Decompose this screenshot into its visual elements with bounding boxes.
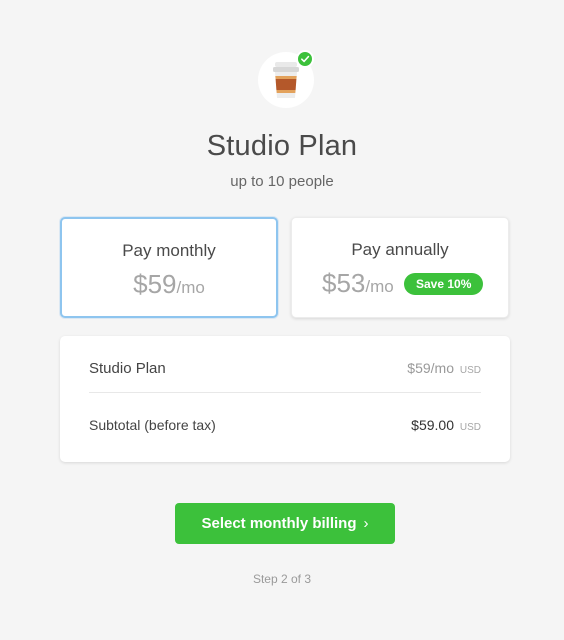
check-badge	[296, 50, 314, 68]
option-price: $59/mo	[62, 269, 276, 300]
subtotal-row: Subtotal (before tax) $59.00 USD	[89, 417, 481, 437]
chevron-right-icon: ›	[363, 515, 369, 532]
amount-value: $59/mo	[407, 360, 454, 376]
amount-value: $59.00	[411, 417, 454, 433]
option-price: $53/mo	[322, 268, 394, 299]
price-amount: $53	[322, 268, 366, 298]
page-title: Studio Plan	[206, 130, 358, 162]
subtotal-amount: $59.00 USD	[411, 417, 481, 433]
line-item-row: Studio Plan $59/mo USD	[89, 360, 481, 380]
option-label: Pay annually	[351, 240, 449, 259]
save-badge: Save 10%	[404, 273, 484, 295]
currency-label: USD	[459, 422, 481, 433]
line-item-amount: $59/mo USD	[407, 360, 481, 376]
price-amount: $59	[133, 269, 177, 299]
subtotal-label: Subtotal (before tax)	[89, 417, 216, 433]
currency-label: USD	[459, 365, 481, 376]
step-indicator: Step 2 of 3	[252, 572, 312, 586]
check-icon	[300, 55, 310, 63]
order-summary: Studio Plan $59/mo USD Subtotal (before …	[60, 336, 510, 462]
pay-annually-option[interactable]: Pay annually $53/mo Save 10%	[291, 217, 509, 318]
coffee-cup-icon	[273, 62, 299, 98]
price-period: /mo	[176, 278, 205, 297]
plan-subtitle: up to 10 people	[230, 173, 334, 190]
line-item-label: Studio Plan	[89, 360, 166, 377]
select-monthly-billing-button[interactable]: Select monthly billing ›	[175, 503, 395, 544]
divider	[89, 392, 481, 393]
option-label: Pay monthly	[122, 241, 216, 260]
button-label: Select monthly billing	[201, 515, 357, 532]
price-period: /mo	[365, 277, 394, 296]
pay-monthly-option[interactable]: Pay monthly $59/mo	[60, 217, 278, 318]
